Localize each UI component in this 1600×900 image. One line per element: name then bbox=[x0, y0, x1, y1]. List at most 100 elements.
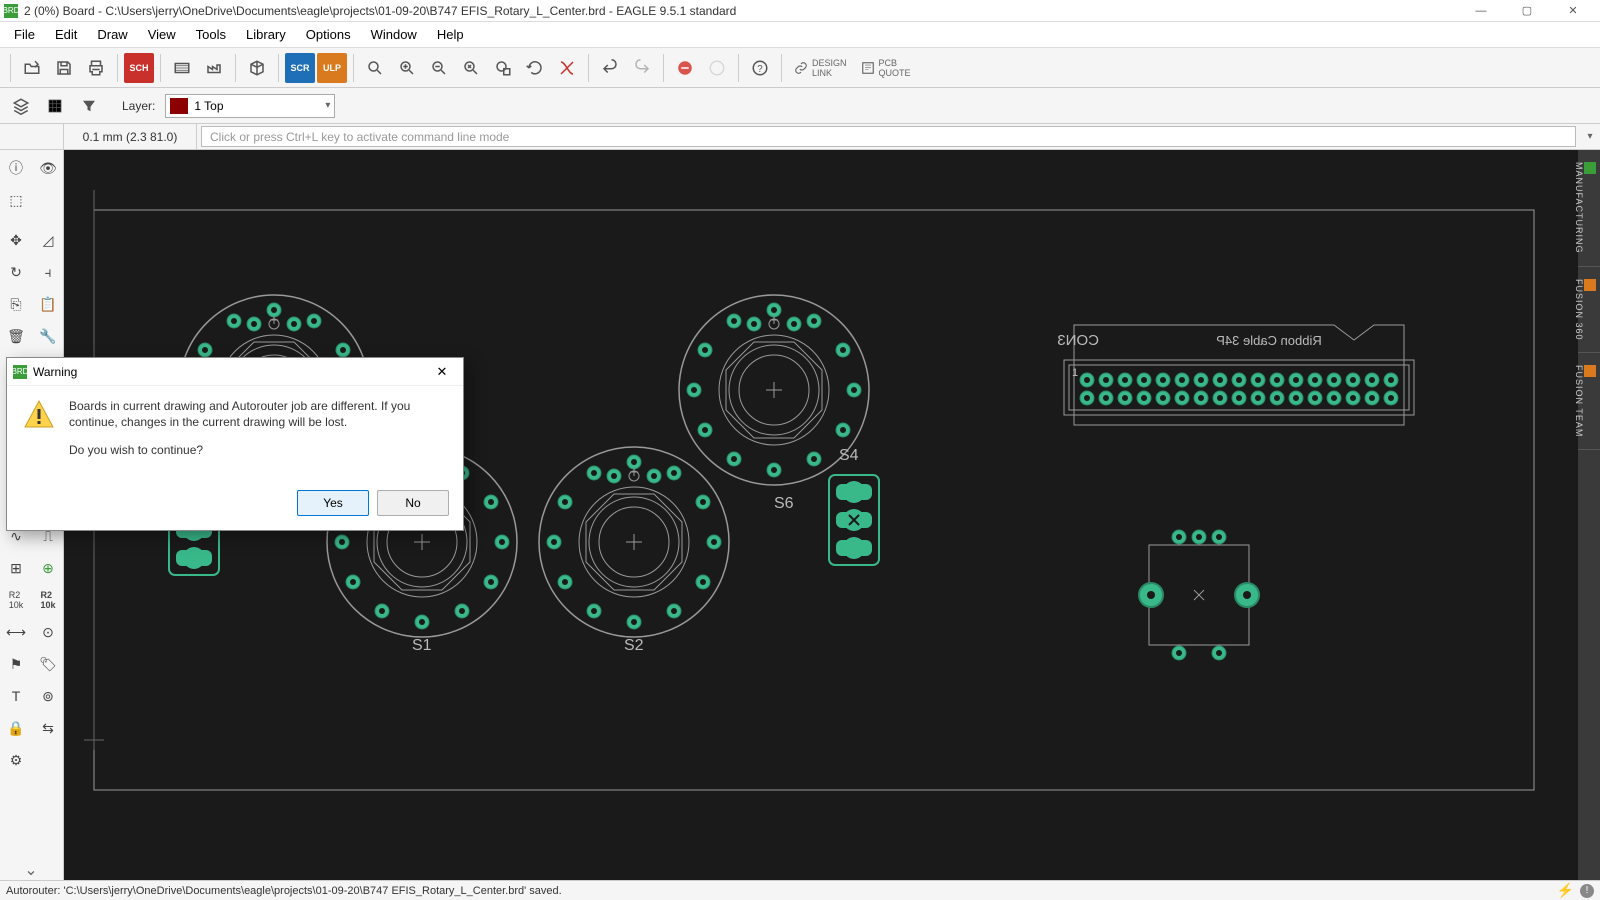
menu-edit[interactable]: Edit bbox=[45, 24, 87, 45]
zoom-fit-button[interactable] bbox=[360, 53, 390, 83]
layer-toolbar: Layer: 1 Top ▾ bbox=[0, 88, 1600, 124]
svg-text:CON3: CON3 bbox=[1057, 332, 1099, 349]
name-tool[interactable]: R210k bbox=[33, 585, 63, 615]
menu-options[interactable]: Options bbox=[296, 24, 361, 45]
layer-select[interactable]: 1 Top ▾ bbox=[165, 94, 335, 118]
move-tool[interactable]: ✥ bbox=[1, 225, 31, 255]
save-button[interactable] bbox=[49, 53, 79, 83]
select-tool[interactable]: ⬚ bbox=[1, 185, 31, 215]
rotate-tool[interactable]: ↻ bbox=[1, 257, 31, 287]
schematic-button[interactable]: SCH bbox=[124, 53, 154, 83]
paste-tool[interactable]: 📋 bbox=[33, 289, 63, 319]
unroute-button[interactable] bbox=[552, 53, 582, 83]
design-link-button[interactable]: DESIGN LINK bbox=[788, 58, 853, 78]
menu-help[interactable]: Help bbox=[427, 24, 474, 45]
undo-button[interactable] bbox=[595, 53, 625, 83]
show-tool[interactable]: 👁 bbox=[33, 153, 63, 183]
dialog-title: Warning bbox=[33, 365, 427, 379]
text-tool[interactable]: T bbox=[1, 681, 31, 711]
right-tabs: MANUFACTURING FUSION 360 FUSION TEAM bbox=[1578, 150, 1600, 880]
command-line[interactable]: Click or press Ctrl+L key to activate co… bbox=[201, 126, 1576, 147]
redo-button[interactable] bbox=[627, 53, 657, 83]
maximize-button[interactable]: ▢ bbox=[1504, 0, 1550, 22]
add-tool[interactable]: ⊕ bbox=[33, 553, 63, 583]
layer-color-swatch bbox=[170, 98, 188, 114]
grid-button[interactable] bbox=[40, 91, 70, 121]
scr-button[interactable]: SCR bbox=[285, 53, 315, 83]
svg-text:S1: S1 bbox=[412, 637, 432, 654]
yes-button[interactable]: Yes bbox=[297, 490, 369, 516]
manufacturing-button[interactable] bbox=[199, 53, 229, 83]
zoom-select-button[interactable] bbox=[488, 53, 518, 83]
layer-label: Layer: bbox=[122, 99, 155, 113]
title-bar: BRD 2 (0%) Board - C:\Users\jerry\OneDri… bbox=[0, 0, 1600, 22]
menu-draw[interactable]: Draw bbox=[87, 24, 137, 45]
dialog-titlebar[interactable]: BRD Warning ✕ bbox=[7, 358, 463, 386]
status-warn-icon: ! bbox=[1580, 884, 1594, 898]
window-title: 2 (0%) Board - C:\Users\jerry\OneDrive\D… bbox=[24, 4, 1458, 18]
svg-text:S4: S4 bbox=[839, 447, 859, 464]
tab-fusionteam[interactable]: FUSION TEAM bbox=[1578, 353, 1600, 450]
zoom-in-button[interactable] bbox=[392, 53, 422, 83]
open-button[interactable] bbox=[17, 53, 47, 83]
drc-tool[interactable]: ⊙ bbox=[33, 617, 63, 647]
info-tool[interactable]: ⓘ bbox=[1, 153, 31, 183]
refresh-button[interactable] bbox=[520, 53, 550, 83]
pcb-quote-button[interactable]: PCB QUOTE bbox=[855, 58, 917, 78]
zoom-redraw-button[interactable] bbox=[456, 53, 486, 83]
svg-text:Ribbon Cable 34P: Ribbon Cable 34P bbox=[1216, 333, 1322, 348]
dialog-close-button[interactable]: ✕ bbox=[427, 361, 457, 383]
dropdown-arrow-icon: ▾ bbox=[325, 100, 330, 111]
svg-text:S2: S2 bbox=[624, 637, 644, 654]
menu-window[interactable]: Window bbox=[361, 24, 427, 45]
svg-text:1: 1 bbox=[1072, 367, 1078, 379]
cam-button[interactable] bbox=[167, 53, 197, 83]
ratsnest-tool[interactable]: ⊞ bbox=[1, 553, 31, 583]
dialog-app-icon: BRD bbox=[13, 365, 27, 379]
status-connection-icon: ⚡ bbox=[1557, 882, 1574, 899]
zoom-out-button[interactable] bbox=[424, 53, 454, 83]
coord-readout: 0.1 mm (2.3 81.0) bbox=[64, 124, 197, 149]
svg-text:S6: S6 bbox=[774, 495, 794, 512]
layers-button[interactable] bbox=[6, 91, 36, 121]
no-button[interactable]: No bbox=[377, 490, 449, 516]
wrench-tool[interactable]: 🔧 bbox=[33, 321, 63, 351]
pinswap-tool[interactable]: ⇆ bbox=[33, 713, 63, 743]
delete-tool[interactable]: 🗑 bbox=[1, 321, 31, 351]
menu-file[interactable]: File bbox=[4, 24, 45, 45]
label-tool[interactable]: 🏷 bbox=[33, 649, 63, 679]
lock-tool[interactable]: 🔒 bbox=[1, 713, 31, 743]
filter-button[interactable] bbox=[74, 91, 104, 121]
settings-tool[interactable]: ⚙ bbox=[1, 745, 31, 775]
mirror-tool[interactable]: ◿ bbox=[33, 225, 63, 255]
print-button[interactable] bbox=[81, 53, 111, 83]
ulp-button[interactable]: ULP bbox=[317, 53, 347, 83]
erc-tool[interactable]: ⚑ bbox=[1, 649, 31, 679]
menu-library[interactable]: Library bbox=[236, 24, 296, 45]
main-toolbar: SCH SCR ULP ? DESIGN LINK PCB QUOTE bbox=[0, 48, 1600, 88]
align-tool[interactable]: ⫞ bbox=[33, 257, 63, 287]
dimension-tool[interactable]: ⟷ bbox=[1, 617, 31, 647]
minimize-button[interactable]: — bbox=[1458, 0, 1504, 22]
menu-tools[interactable]: Tools bbox=[186, 24, 236, 45]
copy-tool[interactable]: ⎘ bbox=[1, 289, 31, 319]
menu-view[interactable]: View bbox=[138, 24, 186, 45]
attribute-tool[interactable]: ⊚ bbox=[33, 681, 63, 711]
app-icon: BRD bbox=[4, 4, 18, 18]
palette-expand[interactable]: ⌄ bbox=[0, 860, 62, 880]
coord-bar: 0.1 mm (2.3 81.0) Click or press Ctrl+L … bbox=[0, 124, 1600, 150]
command-history-button[interactable]: ▾ bbox=[1580, 124, 1600, 149]
help-button[interactable]: ? bbox=[745, 53, 775, 83]
go-button[interactable] bbox=[702, 53, 732, 83]
library-3d-button[interactable] bbox=[242, 53, 272, 83]
value-tool[interactable]: R210k bbox=[1, 585, 31, 615]
status-text: Autorouter: 'C:\Users\jerry\OneDrive\Doc… bbox=[6, 885, 562, 897]
tab-fusion360[interactable]: FUSION 360 bbox=[1578, 267, 1600, 354]
warning-dialog: BRD Warning ✕ Boards in current drawing … bbox=[6, 357, 464, 531]
warning-icon bbox=[23, 398, 55, 430]
stop-button[interactable] bbox=[670, 53, 700, 83]
tab-manufacturing[interactable]: MANUFACTURING bbox=[1578, 150, 1600, 267]
svg-text:?: ? bbox=[757, 63, 763, 74]
layer-selected-text: 1 Top bbox=[194, 99, 223, 113]
close-button[interactable]: ✕ bbox=[1550, 0, 1596, 22]
